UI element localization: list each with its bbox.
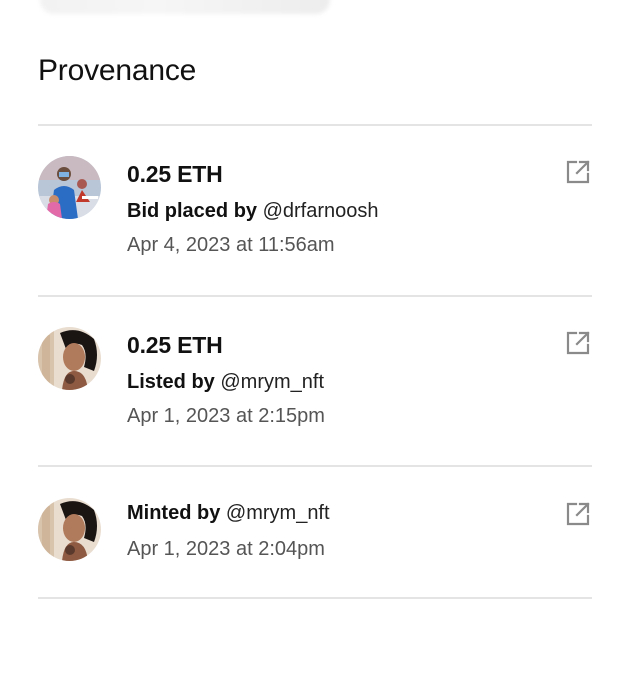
event-user-link[interactable]: @mrym_nft: [220, 371, 324, 393]
external-link-icon[interactable]: [564, 329, 592, 357]
event-date: Apr 1, 2023 at 2:04pm: [127, 538, 325, 560]
event-date: Apr 4, 2023 at 11:56am: [127, 234, 335, 256]
provenance-row-bid: 0.25 ETH Bid placed by @drfarnoosh Apr 4…: [38, 156, 592, 266]
divider: [38, 295, 592, 297]
event-action: Minted by: [127, 502, 221, 524]
event-price: 0.25 ETH: [127, 161, 223, 187]
provenance-row-minted: Minted by @mrym_nft Apr 1, 2023 at 2:04p…: [38, 498, 592, 578]
event-date: Apr 1, 2023 at 2:15pm: [127, 405, 325, 427]
top-fade-decoration: [40, 0, 330, 14]
provenance-panel: Provenance 0.25 ETH Bid placed by @drfar…: [0, 0, 630, 680]
external-link-icon[interactable]: [564, 500, 592, 528]
divider: [38, 124, 592, 126]
avatar-mrym_nft[interactable]: [38, 327, 101, 390]
event-details: Minted by @mrym_nft Apr 1, 2023 at 2:04p…: [127, 500, 330, 562]
event-user-link[interactable]: @mrym_nft: [226, 502, 330, 524]
event-user-link[interactable]: @drfarnoosh: [263, 200, 379, 222]
event-price: 0.25 ETH: [127, 332, 223, 358]
provenance-row-listed: 0.25 ETH Listed by @mrym_nft Apr 1, 2023…: [38, 327, 592, 437]
event-action: Bid placed by: [127, 200, 258, 222]
divider: [38, 465, 592, 467]
event-details: 0.25 ETH Listed by @mrym_nft Apr 1, 2023…: [127, 331, 325, 429]
event-action: Listed by: [127, 371, 215, 393]
event-description: Bid placed by @drfarnoosh: [127, 198, 379, 224]
avatar-drfarnoosh[interactable]: [38, 156, 101, 219]
avatar-mrym_nft[interactable]: [38, 498, 101, 561]
section-title: Provenance: [38, 54, 197, 87]
external-link-icon[interactable]: [564, 158, 592, 186]
event-details: 0.25 ETH Bid placed by @drfarnoosh Apr 4…: [127, 160, 379, 258]
divider: [38, 597, 592, 599]
event-description: Minted by @mrym_nft: [127, 500, 330, 526]
event-description: Listed by @mrym_nft: [127, 369, 325, 395]
